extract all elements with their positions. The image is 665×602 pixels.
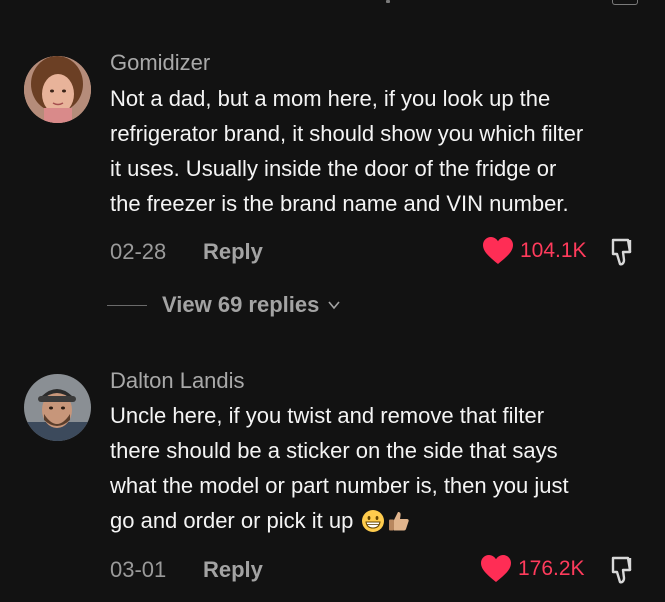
text-fragment [386, 0, 390, 3]
comment-text-line: the freezer is the brand name and VIN nu… [110, 191, 569, 216]
icon-fragment [612, 0, 638, 5]
thumbs-up-icon [389, 511, 410, 530]
comment-text: Uncle here, if you twist and remove that… [110, 398, 650, 538]
heart-icon [481, 555, 511, 582]
comment-text: Not a dad, but a mom here, if you look u… [110, 81, 650, 221]
comment-date: 02-28 [110, 239, 167, 264]
comment-text-line: go and order or pick it up [110, 508, 354, 533]
comment-text-line: Uncle here, if you twist and remove that… [110, 403, 545, 428]
comment-text-last: go and order or pick it up [110, 503, 650, 538]
grinning-face-icon [362, 509, 385, 532]
comment-text-line: what the model or part number is, then y… [110, 473, 569, 498]
comment-text-line: refrigerator brand, it should show you w… [110, 121, 584, 146]
view-replies-label: View 69 replies [162, 292, 320, 317]
avatar[interactable] [24, 374, 91, 441]
dislike-icon[interactable] [608, 236, 640, 268]
like-button[interactable]: 104.1K [482, 236, 587, 266]
chevron-down-icon [328, 301, 340, 310]
comment-date: 03-01 [110, 557, 167, 582]
heart-icon [483, 237, 513, 264]
dislike-icon[interactable] [608, 554, 640, 586]
like-count: 176.2K [518, 557, 585, 580]
comment-text-line: Not a dad, but a mom here, if you look u… [110, 86, 551, 111]
username[interactable]: Dalton Landis [110, 368, 245, 394]
comment-text-line: there should be a sticker on the side th… [110, 438, 558, 463]
username[interactable]: Gomidizer [110, 50, 210, 76]
avatar[interactable] [24, 56, 91, 123]
divider [107, 304, 147, 306]
view-replies-button[interactable]: View 69 replies [107, 290, 341, 320]
comment-text-line: it uses. Usually inside the door of the … [110, 156, 557, 181]
previous-comment-edge [0, 0, 665, 10]
like-count: 104.1K [520, 239, 587, 262]
reply-button[interactable]: Reply [203, 239, 263, 265]
reply-button[interactable]: Reply [203, 557, 263, 583]
like-button[interactable]: 176.2K [480, 554, 585, 584]
